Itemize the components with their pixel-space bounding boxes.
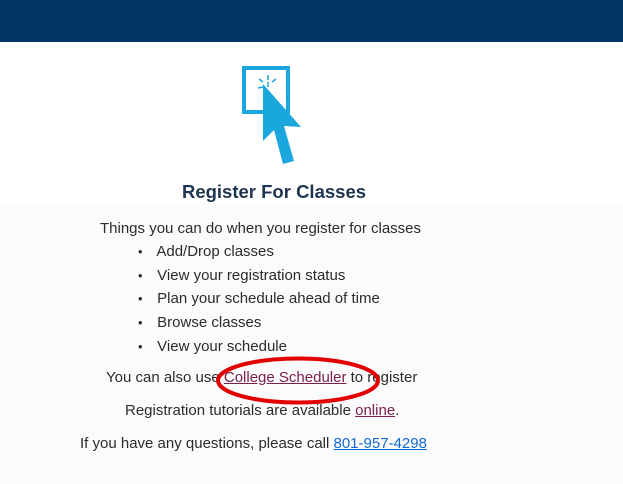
questions-message: If you have any questions, please call 8… — [80, 435, 427, 453]
list-item: • Browse classes — [138, 313, 380, 337]
phone-link[interactable]: 801-957-4298 — [334, 435, 427, 452]
tutorials-suffix: . — [395, 402, 400, 419]
registration-actions-list: • Add/Drop classes • View your registrat… — [138, 242, 380, 360]
list-item: • View your registration status — [138, 266, 380, 290]
page-title: Register For Classes — [181, 181, 367, 202]
action-plan-schedule: Plan your schedule ahead of time — [157, 290, 380, 308]
list-item: • Plan your schedule ahead of time — [138, 289, 380, 313]
action-view-schedule: View your schedule — [157, 337, 287, 355]
pointer-click-icon — [242, 66, 301, 164]
questions-prefix: If you have any questions, please call — [80, 435, 334, 452]
bullet-icon: • — [138, 291, 143, 307]
top-navigation-bar — [0, 0, 623, 42]
tutorials-message: Registration tutorials are available onl… — [125, 402, 399, 420]
online-tutorials-link[interactable]: online — [355, 402, 395, 419]
scheduler-prefix: You can also use — [106, 369, 224, 386]
list-item: • Add/Drop classes — [138, 242, 380, 266]
scheduler-suffix: to register — [346, 369, 418, 386]
list-item: • View your schedule — [138, 337, 380, 361]
college-scheduler-link[interactable]: College Scheduler — [224, 369, 347, 386]
action-add-drop-classes: Add/Drop classes — [156, 243, 274, 260]
bullet-icon: • — [138, 267, 143, 283]
action-browse-classes: Browse classes — [157, 314, 262, 332]
action-view-registration-status: View your registration status — [157, 266, 346, 284]
scheduler-message: You can also use College Scheduler to re… — [106, 369, 417, 387]
bullet-icon: • — [138, 315, 143, 331]
bullet-icon: • — [138, 338, 143, 354]
bullet-icon: • — [138, 244, 143, 259]
tutorials-prefix: Registration tutorials are available — [125, 402, 356, 419]
registration-intro: Things you can do when you register for … — [100, 220, 421, 237]
